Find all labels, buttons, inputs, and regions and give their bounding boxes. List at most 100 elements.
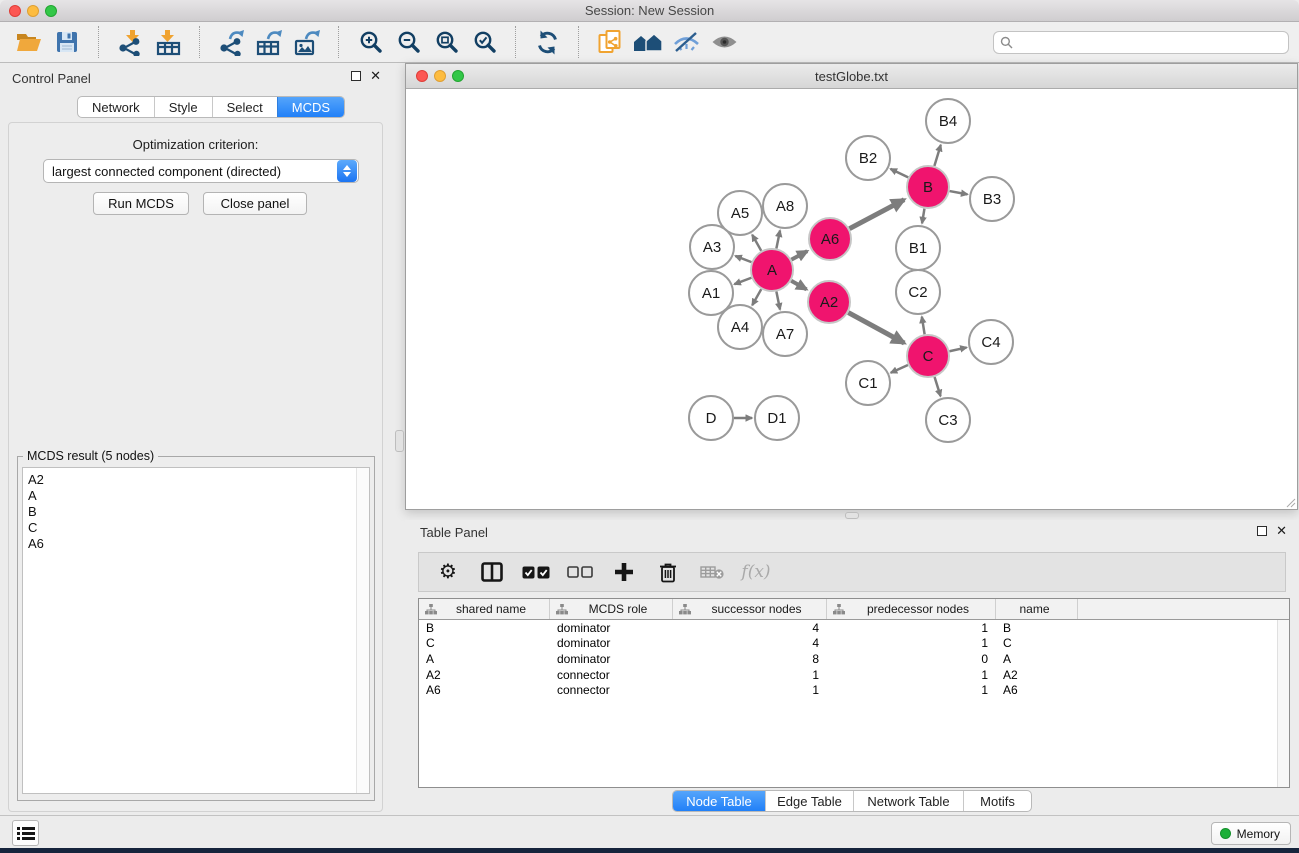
close-table-panel-button[interactable]: ✕ — [1276, 526, 1287, 536]
open-session-button[interactable] — [10, 24, 48, 60]
export-network-button[interactable] — [212, 24, 250, 60]
graph-edge-B-B4[interactable] — [934, 145, 940, 166]
tab-network[interactable]: Network — [78, 97, 154, 117]
select-all-button[interactable] — [521, 557, 551, 587]
table-cell[interactable]: B — [996, 621, 1078, 635]
zoom-out-button[interactable] — [389, 24, 427, 60]
table-cell[interactable]: C — [419, 636, 550, 650]
home-button[interactable] — [629, 24, 667, 60]
table-scrollbar[interactable] — [1277, 620, 1289, 787]
node-table[interactable]: shared nameMCDS rolesuccessor nodesprede… — [418, 598, 1290, 788]
tab-edge-table[interactable]: Edge Table — [765, 791, 853, 811]
float-panel-button[interactable] — [351, 71, 361, 81]
graph-node-D[interactable]: D — [689, 396, 733, 440]
table-cell[interactable]: 1 — [827, 683, 996, 697]
import-table-button[interactable] — [149, 24, 187, 60]
tab-network-table[interactable]: Network Table — [853, 791, 963, 811]
delete-column-button[interactable] — [653, 557, 683, 587]
table-row[interactable]: A2connector11A2 — [419, 667, 1289, 683]
graph-edge-C-C4[interactable] — [949, 347, 966, 351]
search-box[interactable] — [993, 31, 1289, 54]
vertical-split-divider[interactable] — [395, 430, 404, 452]
table-cell[interactable]: 4 — [673, 621, 827, 635]
graph-edge-A2-C[interactable] — [848, 313, 904, 344]
result-item[interactable]: C — [28, 520, 369, 536]
graph-edge-B-B2[interactable] — [891, 169, 909, 178]
table-cell[interactable]: connector — [550, 683, 673, 697]
graph-edge-C-C1[interactable] — [891, 365, 908, 373]
graph-edge-A-A2[interactable] — [791, 281, 806, 290]
table-cell[interactable]: 1 — [827, 636, 996, 650]
zoom-selected-button[interactable] — [465, 24, 503, 60]
graph-node-C4[interactable]: C4 — [969, 320, 1013, 364]
column-header-successor-nodes[interactable]: successor nodes — [673, 599, 827, 619]
result-item[interactable]: A6 — [28, 536, 369, 552]
column-header-mcds-role[interactable]: MCDS role — [550, 599, 673, 619]
graph-node-A5[interactable]: A5 — [718, 191, 762, 235]
float-table-panel-button[interactable] — [1257, 526, 1267, 536]
close-panel-button[interactable]: Close panel — [203, 192, 307, 215]
show-hidden-button[interactable] — [705, 24, 743, 60]
search-input[interactable] — [1013, 33, 1282, 51]
graph-node-A4[interactable]: A4 — [718, 305, 762, 349]
table-cell[interactable]: C — [996, 636, 1078, 650]
table-cell[interactable]: dominator — [550, 636, 673, 650]
graph-edge-A-A3[interactable] — [735, 256, 751, 262]
table-row[interactable]: A6connector11A6 — [419, 682, 1289, 698]
tab-node-table[interactable]: Node Table — [673, 791, 765, 811]
table-cell[interactable]: 1 — [673, 668, 827, 682]
table-cell[interactable]: A2 — [996, 668, 1078, 682]
graph-node-A1[interactable]: A1 — [689, 271, 733, 315]
deselect-all-button[interactable] — [565, 557, 595, 587]
graph-node-C2[interactable]: C2 — [896, 270, 940, 314]
table-cell[interactable]: B — [419, 621, 550, 635]
graph-node-C[interactable]: C — [907, 335, 949, 377]
table-cell[interactable]: 4 — [673, 636, 827, 650]
toggle-column-view-button[interactable] — [477, 557, 507, 587]
graph-node-D1[interactable]: D1 — [755, 396, 799, 440]
table-cell[interactable]: dominator — [550, 621, 673, 635]
table-row[interactable]: Adominator80A — [419, 651, 1289, 667]
optimization-criterion-select[interactable]: largest connected component (directed) — [43, 159, 359, 183]
graph-node-B[interactable]: B — [907, 166, 949, 208]
tab-motifs[interactable]: Motifs — [963, 791, 1031, 811]
graph-edge-A-A6[interactable] — [791, 251, 807, 259]
table-row[interactable]: Bdominator41B — [419, 620, 1289, 636]
table-row[interactable]: Cdominator41C — [419, 636, 1289, 652]
export-table-button[interactable] — [250, 24, 288, 60]
graph-edge-A-A1[interactable] — [734, 278, 751, 284]
zoom-in-button[interactable] — [351, 24, 389, 60]
graph-node-A[interactable]: A — [751, 249, 793, 291]
result-item[interactable]: B — [28, 504, 369, 520]
tab-mcds[interactable]: MCDS — [277, 97, 344, 117]
graph-node-B3[interactable]: B3 — [970, 177, 1014, 221]
table-cell[interactable]: A6 — [419, 683, 550, 697]
graph-node-B4[interactable]: B4 — [926, 99, 970, 143]
graph-node-A2[interactable]: A2 — [808, 281, 850, 323]
delete-table-button[interactable] — [697, 557, 727, 587]
graph-edge-C-C2[interactable] — [922, 317, 925, 335]
graph-node-C1[interactable]: C1 — [846, 361, 890, 405]
table-cell[interactable]: 1 — [827, 621, 996, 635]
graph-node-C3[interactable]: C3 — [926, 398, 970, 442]
graph-node-A8[interactable]: A8 — [763, 184, 807, 228]
table-cell[interactable]: A — [419, 652, 550, 666]
horizontal-split-divider[interactable] — [845, 512, 859, 519]
import-network-button[interactable] — [111, 24, 149, 60]
graph-node-A6[interactable]: A6 — [809, 218, 851, 260]
export-image-button[interactable] — [288, 24, 326, 60]
column-header-shared-name[interactable]: shared name — [419, 599, 550, 619]
graph-edge-A-A4[interactable] — [752, 289, 761, 305]
graph-node-B2[interactable]: B2 — [846, 136, 890, 180]
graph-edge-A-A8[interactable] — [776, 230, 780, 248]
graph-edge-C-C3[interactable] — [935, 377, 941, 396]
column-header-predecessor-nodes[interactable]: predecessor nodes — [827, 599, 996, 619]
table-cell[interactable]: connector — [550, 668, 673, 682]
network-canvas[interactable]: AA1A2A3A4A5A6A7A8BB1B2B3B4CC1C2C3C4DD1 — [406, 89, 1297, 509]
apply-layout-button[interactable] — [528, 24, 566, 60]
graph-edge-B-B1[interactable] — [922, 209, 924, 224]
hide-selected-button[interactable] — [667, 24, 705, 60]
table-cell[interactable]: 8 — [673, 652, 827, 666]
graph-node-A7[interactable]: A7 — [763, 312, 807, 356]
result-item[interactable]: A — [28, 488, 369, 504]
